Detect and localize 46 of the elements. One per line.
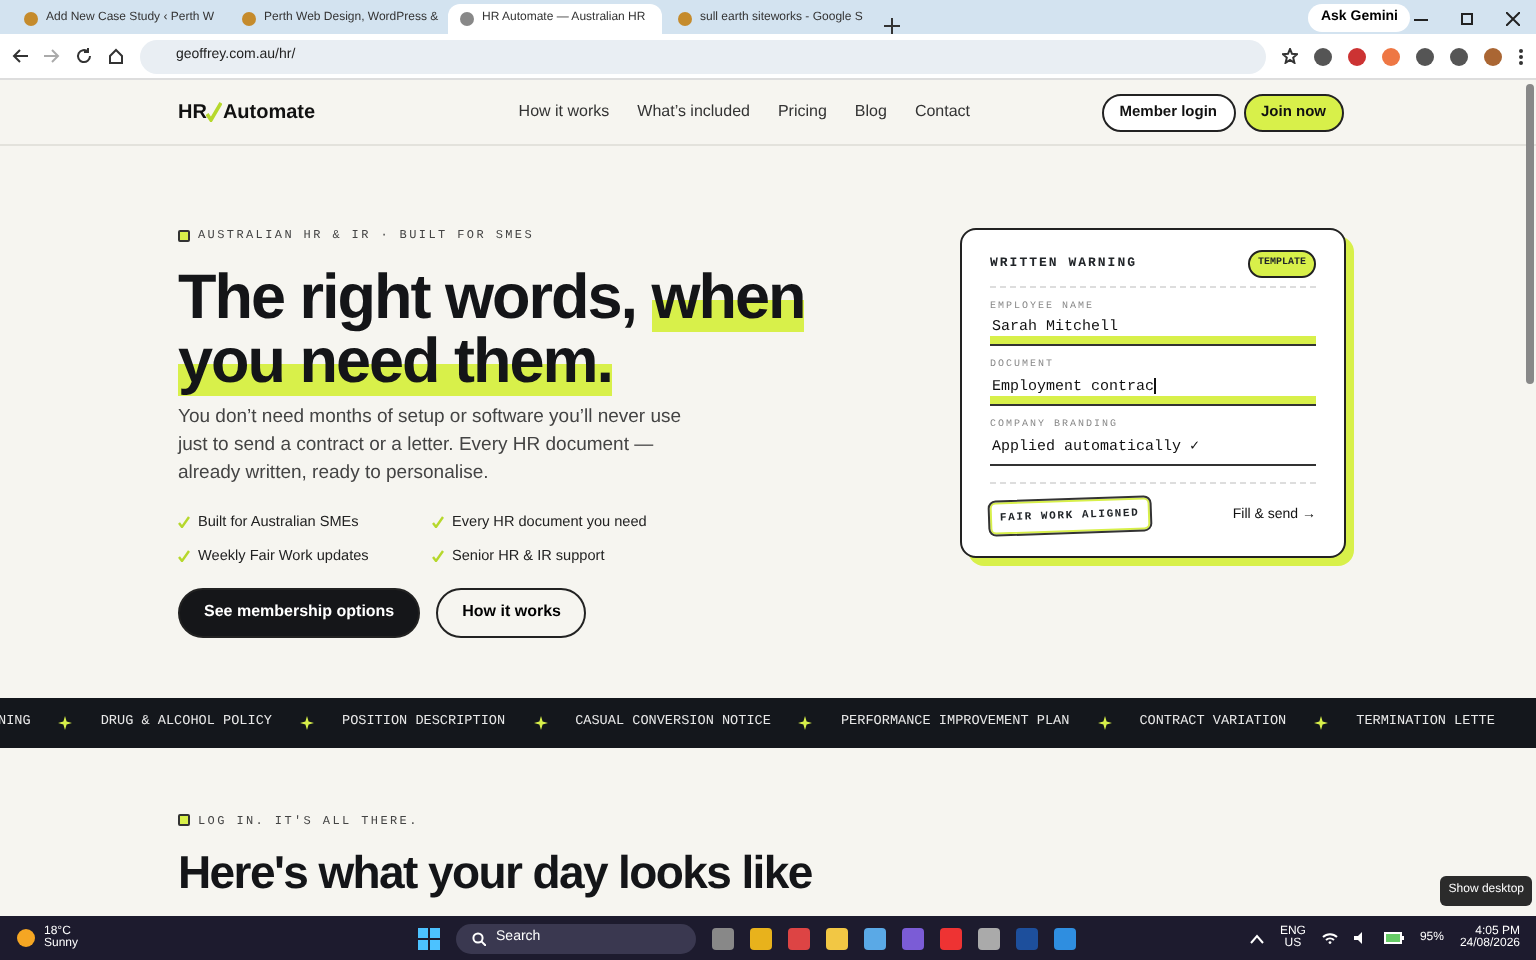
section-heading: Here's what your day looks like bbox=[178, 845, 812, 899]
app-icon[interactable] bbox=[750, 927, 773, 949]
speaker-icon[interactable] bbox=[1353, 932, 1368, 944]
start-icon[interactable] bbox=[418, 927, 441, 949]
nav-link[interactable]: Pricing bbox=[777, 100, 827, 124]
sparkle-icon bbox=[1097, 715, 1112, 730]
wifi-icon[interactable] bbox=[1321, 932, 1338, 944]
reload-icon[interactable] bbox=[76, 48, 92, 64]
logo-text[interactable]: HR bbox=[178, 97, 207, 127]
scrollbar[interactable] bbox=[1526, 84, 1534, 384]
check-icon bbox=[432, 516, 444, 529]
bullet-icon bbox=[178, 229, 190, 241]
home-icon[interactable] bbox=[108, 48, 124, 64]
app-icon[interactable] bbox=[864, 927, 887, 949]
logo-text[interactable]: Automate bbox=[222, 97, 316, 127]
nav-link[interactable]: How it works bbox=[518, 100, 610, 124]
check-icon bbox=[178, 550, 190, 563]
more-menu-icon[interactable] bbox=[1518, 47, 1524, 65]
battery-icon[interactable] bbox=[1383, 932, 1404, 944]
restore-icon[interactable] bbox=[1460, 12, 1474, 26]
sparkle-icon bbox=[58, 715, 73, 730]
check-icon bbox=[206, 102, 223, 122]
back-icon[interactable] bbox=[12, 48, 28, 64]
bullet-icon bbox=[178, 814, 190, 827]
app-icon[interactable] bbox=[712, 927, 735, 949]
cta-button[interactable]: How it works bbox=[436, 587, 587, 638]
sparkle-icon bbox=[1314, 715, 1329, 730]
bookmark-star-icon[interactable] bbox=[1282, 48, 1298, 64]
app-icon[interactable] bbox=[826, 927, 849, 949]
sparkle-icon bbox=[299, 715, 314, 730]
check-icon bbox=[432, 550, 444, 563]
sparkle-icon bbox=[798, 715, 813, 730]
weather-sun-icon[interactable] bbox=[16, 928, 36, 948]
intro-paragraph: You don’t need months of setup or software you’ll never use just to send a contract or a letter. Every HR document — already written, ready to personalise. bbox=[178, 404, 684, 488]
close-icon[interactable] bbox=[1506, 12, 1520, 26]
cta-button[interactable]: See membership options bbox=[178, 587, 421, 638]
chevron-up-icon[interactable] bbox=[1249, 933, 1264, 943]
nav-link[interactable]: Blog bbox=[854, 100, 887, 124]
check-icon bbox=[178, 516, 190, 529]
nav-link[interactable]: What’s included bbox=[637, 100, 750, 124]
sparkle-icon bbox=[533, 715, 548, 730]
new-tab-icon[interactable] bbox=[884, 18, 900, 34]
app-icon[interactable] bbox=[1054, 927, 1077, 949]
nav-link[interactable]: Contact bbox=[914, 100, 971, 124]
search-icon bbox=[472, 931, 487, 945]
app-icon[interactable] bbox=[978, 927, 1001, 949]
